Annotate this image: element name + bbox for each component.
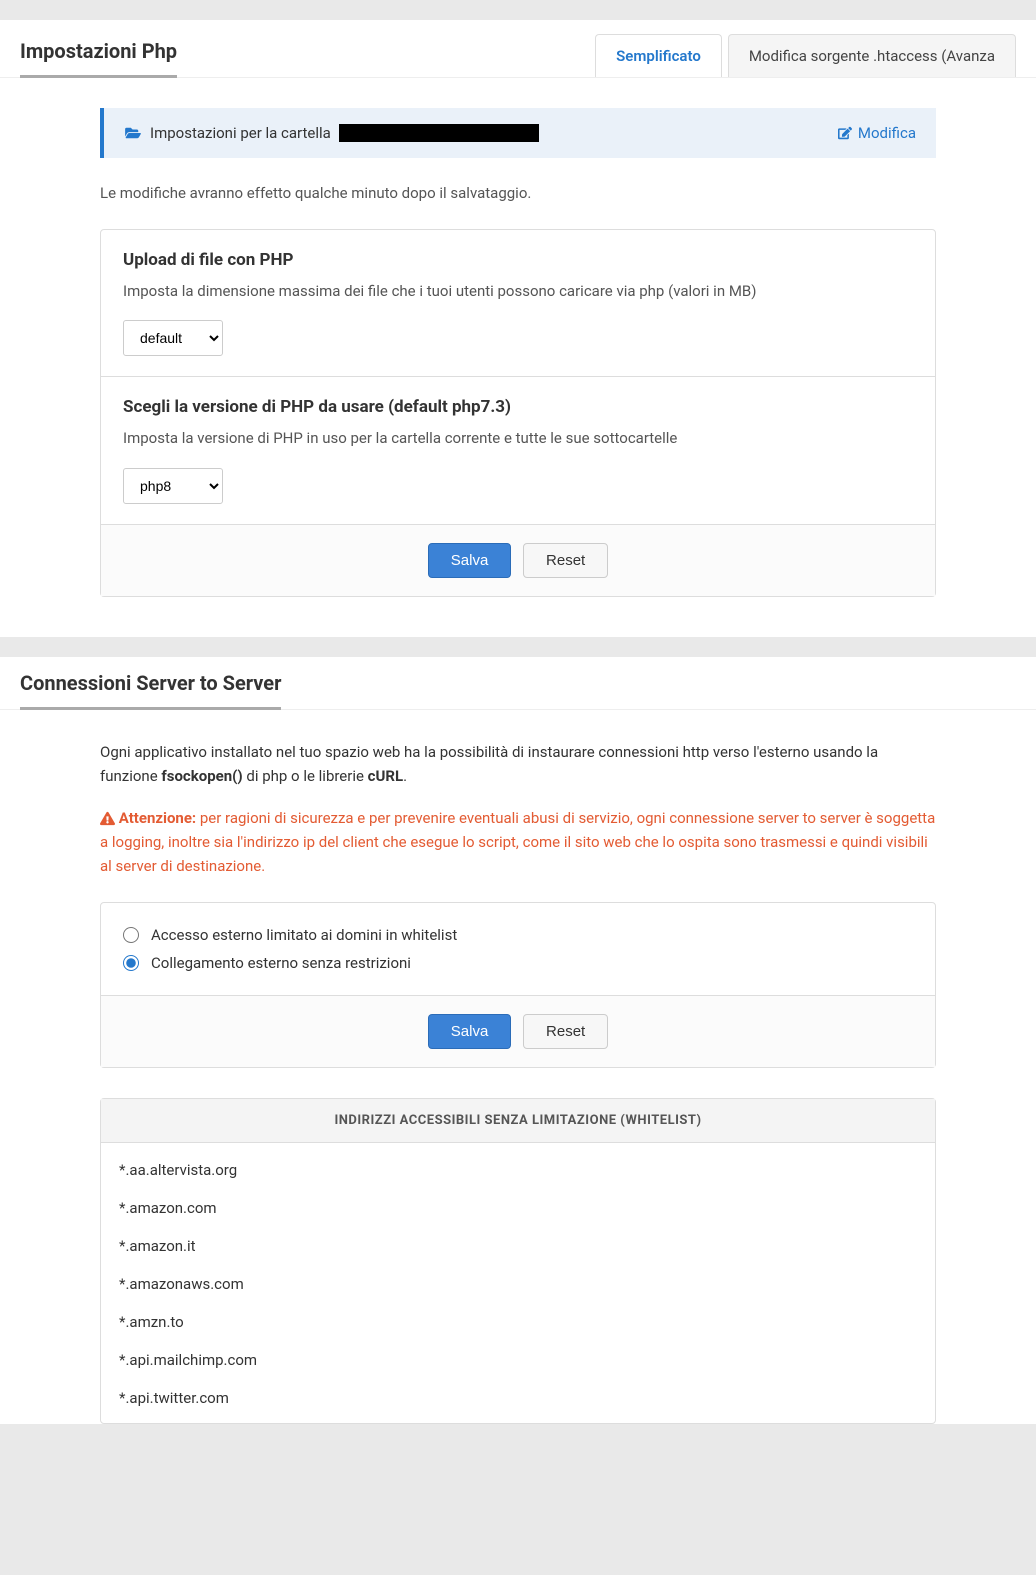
folder-open-icon	[124, 126, 142, 140]
s2s-intro: Ogni applicativo installato nel tuo spaz…	[100, 740, 936, 788]
s2s-radio-section: Accesso esterno limitato ai domini in wh…	[101, 903, 935, 996]
whitelist-body[interactable]: *.aa.altervista.org *.amazon.com *.amazo…	[101, 1143, 935, 1423]
version-section: Scegli la versione di PHP da usare (defa…	[101, 377, 935, 525]
list-item: *.amazonaws.com	[101, 1265, 935, 1303]
edit-folder-label: Modifica	[858, 124, 916, 142]
whitelist-card: INDIRIZZI ACCESSIBILI SENZA LIMITAZIONE …	[100, 1098, 936, 1424]
s2s-panel: Connessioni Server to Server Ogni applic…	[0, 657, 1036, 1424]
radio-unrestricted[interactable]	[123, 955, 139, 971]
php-version-select[interactable]: php8	[123, 468, 223, 504]
upload-desc: Imposta la dimensione massima dei file c…	[123, 280, 913, 303]
s2s-panel-header: Connessioni Server to Server	[0, 657, 1036, 710]
edit-icon	[838, 126, 852, 140]
list-item: *.amzn.to	[101, 1303, 935, 1341]
php-panel-header: Impostazioni Php Semplificato Modifica s…	[0, 20, 1036, 78]
radio-unrestricted-row[interactable]: Collegamento esterno senza restrizioni	[123, 949, 913, 977]
version-desc: Imposta la versione di PHP in uso per la…	[123, 427, 913, 450]
php-panel-body: Impostazioni per la cartella Modifica Le…	[0, 78, 1036, 637]
php-reset-button[interactable]: Reset	[523, 543, 608, 578]
list-item: *.aa.altervista.org	[101, 1151, 935, 1189]
upload-section: Upload di file con PHP Imposta la dimens…	[101, 230, 935, 378]
upload-size-select[interactable]: default	[123, 320, 223, 356]
list-item: *.api.mailchimp.com	[101, 1341, 935, 1379]
folder-path-redacted	[339, 124, 539, 142]
folder-info-bar: Impostazioni per la cartella Modifica	[100, 108, 936, 158]
list-item: *.api.twitter.com	[101, 1379, 935, 1417]
save-note: Le modifiche avranno effetto qualche min…	[100, 182, 936, 205]
php-tabs: Semplificato Modifica sorgente .htaccess…	[589, 34, 1016, 77]
radio-limited[interactable]	[123, 927, 139, 943]
whitelist-header: INDIRIZZI ACCESSIBILI SENZA LIMITAZIONE …	[101, 1099, 935, 1143]
s2s-card: Accesso esterno limitato ai domini in wh…	[100, 902, 936, 1068]
php-card: Upload di file con PHP Imposta la dimens…	[100, 229, 936, 597]
folder-info-label: Impostazioni per la cartella	[150, 124, 331, 142]
radio-limited-row[interactable]: Accesso esterno limitato ai domini in wh…	[123, 921, 913, 949]
edit-folder-link[interactable]: Modifica	[838, 124, 916, 142]
php-settings-panel: Impostazioni Php Semplificato Modifica s…	[0, 20, 1036, 637]
list-item: *.amazon.it	[101, 1227, 935, 1265]
upload-title: Upload di file con PHP	[123, 250, 913, 270]
version-title: Scegli la versione di PHP da usare (defa…	[123, 397, 913, 417]
s2s-panel-body: Ogni applicativo installato nel tuo spaz…	[0, 710, 1036, 1424]
s2s-card-footer: Salva Reset	[101, 996, 935, 1067]
s2s-panel-title: Connessioni Server to Server	[20, 671, 281, 710]
php-panel-title: Impostazioni Php	[20, 39, 177, 78]
php-save-button[interactable]: Salva	[428, 543, 512, 578]
tab-simple[interactable]: Semplificato	[595, 34, 722, 77]
radio-unrestricted-label: Collegamento esterno senza restrizioni	[151, 954, 411, 972]
s2s-save-button[interactable]: Salva	[428, 1014, 512, 1049]
tab-advanced[interactable]: Modifica sorgente .htaccess (Avanza	[728, 34, 1016, 77]
radio-limited-label: Accesso esterno limitato ai domini in wh…	[151, 926, 457, 944]
s2s-warning: Attenzione: per ragioni di sicurezza e p…	[100, 806, 936, 878]
s2s-reset-button[interactable]: Reset	[523, 1014, 608, 1049]
php-card-footer: Salva Reset	[101, 525, 935, 596]
list-item: *.amazon.com	[101, 1189, 935, 1227]
warning-icon	[100, 811, 115, 826]
